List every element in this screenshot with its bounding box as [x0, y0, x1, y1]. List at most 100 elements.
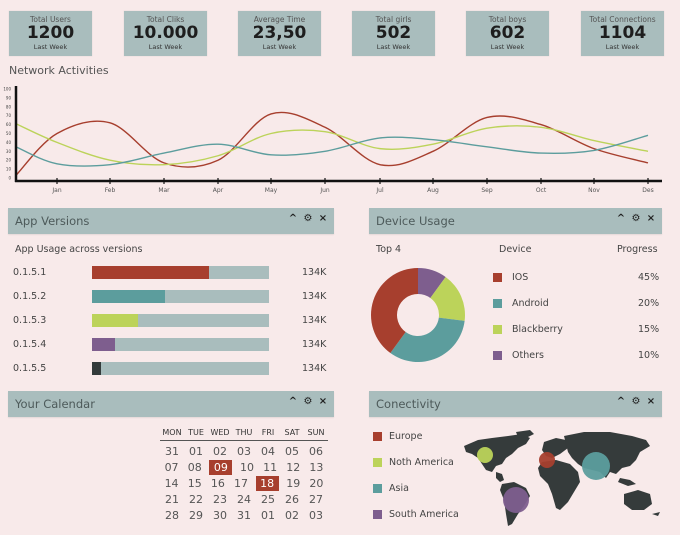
stat-sub: Last Week: [33, 43, 68, 51]
weekday-label: SUN: [307, 428, 325, 437]
calendar-day[interactable]: 20: [305, 476, 328, 491]
calendar-day[interactable]: 19: [282, 476, 305, 491]
device-percent: 15%: [638, 324, 660, 335]
calendar-day[interactable]: 26: [280, 492, 304, 507]
settings-gear-icon[interactable]: ⚙: [303, 396, 313, 407]
calendar-day[interactable]: 30: [208, 508, 232, 523]
settings-gear-icon[interactable]: ⚙: [631, 396, 641, 407]
stat-sub: Last Week: [376, 43, 411, 51]
calendar-day[interactable]: 04: [256, 444, 280, 459]
device-legend-swatch: [493, 325, 502, 334]
stat-sub: Last Week: [148, 43, 183, 51]
version-progress-bar: [92, 290, 269, 303]
collapse-chevron-icon[interactable]: ^: [288, 213, 298, 224]
calendar-day[interactable]: 16: [206, 476, 229, 491]
calendar-day[interactable]: 17: [229, 476, 252, 491]
connectivity-header: Conectivity ^ ⚙ ×: [369, 391, 662, 417]
calendar-day[interactable]: 29: [184, 508, 208, 523]
calendar-day[interactable]: 05: [280, 444, 304, 459]
calendar-day[interactable]: 25: [256, 492, 280, 507]
region-legend-swatch: [373, 484, 382, 493]
series-line-green: [15, 123, 649, 166]
calendar-header: Your Calendar ^ ⚙ ×: [8, 391, 334, 417]
calendar-day[interactable]: 23: [208, 492, 232, 507]
calendar-week-row: 21 22 23 24 25 26 27: [160, 492, 328, 507]
calendar-day[interactable]: 24: [232, 492, 256, 507]
close-icon[interactable]: ×: [318, 213, 328, 224]
calendar-day[interactable]: 01: [184, 444, 208, 459]
stat-card-total-girls: Total girls 502 Last Week: [352, 11, 435, 56]
collapse-chevron-icon[interactable]: ^: [616, 213, 626, 224]
device-usage-title: Device Usage: [376, 214, 455, 228]
calendar-day[interactable]: 12: [282, 460, 305, 475]
device-usage-header: Device Usage ^ ⚙ ×: [369, 208, 662, 234]
calendar-day[interactable]: 27: [304, 492, 328, 507]
series-line-teal: [15, 134, 649, 167]
calendar-day[interactable]: 22: [184, 492, 208, 507]
calendar-day[interactable]: 31: [160, 444, 184, 459]
device-name: IOS: [512, 272, 529, 283]
close-icon[interactable]: ×: [646, 396, 656, 407]
calendar-day[interactable]: 03: [232, 444, 256, 459]
calendar-day[interactable]: 08: [183, 460, 206, 475]
calendar-day[interactable]: 13: [305, 460, 328, 475]
connectivity-title: Conectivity: [376, 397, 441, 411]
settings-gear-icon[interactable]: ⚙: [631, 213, 641, 224]
version-label: 0.1.5.4: [13, 339, 47, 350]
collapse-chevron-icon[interactable]: ^: [616, 396, 626, 407]
settings-gear-icon[interactable]: ⚙: [303, 213, 313, 224]
stat-card-total-connections: Total Connections 1104 Last Week: [581, 11, 664, 56]
stat-value: 23,50: [252, 23, 307, 43]
calendar-day[interactable]: 14: [160, 476, 183, 491]
calendar-day[interactable]: 02: [280, 508, 304, 523]
x-tick-label: Sep: [481, 187, 493, 194]
stat-card-average-time: Average Time 23,50 Last Week: [238, 11, 321, 56]
x-tick-label: Jul: [375, 187, 384, 194]
calendar-day[interactable]: 02: [208, 444, 232, 459]
stat-card-total-boys: Total boys 602 Last Week: [466, 11, 549, 56]
stat-value: 10.000: [132, 23, 199, 43]
calendar-week-row: 07 08 09 10 11 12 13: [160, 460, 328, 475]
calendar-day[interactable]: 15: [183, 476, 206, 491]
calendar-week-row: 14 15 16 17 18 19 20: [160, 476, 328, 491]
calendar-day[interactable]: 10: [235, 460, 258, 475]
region-name: Europe: [389, 431, 423, 442]
x-tick-label: Jan: [51, 187, 61, 194]
calendar-day[interactable]: 07: [160, 460, 183, 475]
close-icon[interactable]: ×: [318, 396, 328, 407]
y-tick-label: 50: [6, 131, 12, 136]
x-tick-label: Apr: [213, 187, 224, 194]
stat-value: 1104: [598, 23, 647, 43]
calendar-day[interactable]: 11: [259, 460, 282, 475]
world-map: [464, 430, 660, 526]
close-icon[interactable]: ×: [646, 213, 656, 224]
device-name: Blackberry: [512, 324, 563, 335]
calendar-day[interactable]: 01: [256, 508, 280, 523]
app-versions-title: App Versions: [15, 214, 90, 228]
x-tick-label: May: [265, 187, 278, 194]
version-label: 0.1.5.5: [13, 363, 47, 374]
version-progress-bar: [92, 266, 269, 279]
calendar-day-highlighted[interactable]: 09: [209, 460, 233, 475]
x-tick-label: Aug: [427, 187, 439, 194]
stat-sub: Last Week: [490, 43, 525, 51]
version-progress-bar: [92, 314, 269, 327]
calendar-day[interactable]: 06: [304, 444, 328, 459]
collapse-chevron-icon[interactable]: ^: [288, 396, 298, 407]
region-name: Noth America: [389, 457, 454, 468]
calendar-day[interactable]: 03: [304, 508, 328, 523]
version-progress-bar: [92, 362, 269, 375]
stat-value: 502: [375, 23, 412, 43]
calendar-day[interactable]: 31: [232, 508, 256, 523]
weekday-label: WED: [210, 428, 230, 437]
weekday-label: MON: [162, 428, 182, 437]
x-tick-label: Feb: [105, 187, 116, 194]
version-progress-fill: [92, 266, 209, 279]
calendar-day[interactable]: 21: [160, 492, 184, 507]
device-column-header: Device: [499, 244, 532, 255]
region-legend-swatch: [373, 458, 382, 467]
y-tick-label: 60: [6, 122, 12, 127]
calendar-day-highlighted[interactable]: 18: [255, 476, 279, 491]
calendar-day[interactable]: 28: [160, 508, 184, 523]
world-map-landmass: [464, 430, 660, 526]
